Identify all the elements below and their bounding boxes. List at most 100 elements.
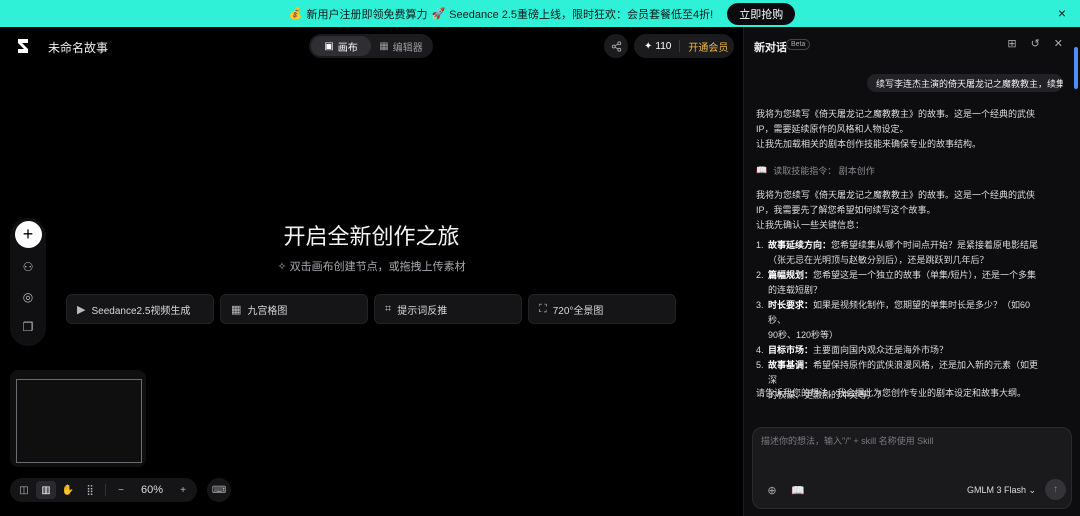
map-icon[interactable]: ▥ [36, 481, 56, 499]
new-chat-icon[interactable]: ⊞ [1007, 37, 1016, 50]
vip-button[interactable]: 开通会员 [680, 39, 728, 54]
top-bar: 未命名故事 ▣ 画布 ▦ 编辑器 ✦ 110 开通会员 [0, 27, 743, 65]
chat-input[interactable] [761, 436, 1061, 446]
play-icon: ▶ [77, 303, 86, 316]
scrollbar[interactable] [1074, 47, 1078, 89]
copy-icon[interactable]: ❐ [17, 316, 39, 338]
share-icon [611, 40, 621, 52]
panorama-icon: ⛶ [539, 302, 547, 315]
list-label: 故事基调： [768, 360, 814, 370]
list-text: 您希望续集从哪个时间点开始？是紧接着原电影结尾 [831, 240, 1039, 250]
quick-card-label: Seedance2.5视频生成 [91, 305, 191, 317]
zoom-out-icon[interactable]: − [111, 481, 131, 499]
document-title[interactable]: 未命名故事 [48, 39, 108, 56]
quick-card-video[interactable]: ▶ Seedance2.5视频生成 [66, 294, 214, 324]
credits-balance[interactable]: ✦ 110 [634, 41, 679, 52]
quick-card-label: 720°全景图 [552, 305, 604, 317]
sparkle-icon: ✦ [644, 40, 653, 52]
ai-line: IP，需要延续原作的风格和人物设定。 [756, 124, 909, 134]
keyboard-icon[interactable]: ⌨ [207, 478, 232, 502]
list-item: 4. 目标市场：主要面向国内观众还是海外市场？ [756, 343, 1046, 358]
chevron-down-icon: ⌄ [1028, 485, 1037, 495]
minimap[interactable] [10, 370, 146, 467]
send-button[interactable]: ↑ [1045, 479, 1066, 500]
quick-card-prompt[interactable]: ⌗ 提示词反推 [374, 294, 522, 324]
list-item: 1. 故事延续方向：您希望续集从哪个时间点开始？是紧接着原电影结尾 （张无忌在光明… [756, 238, 1046, 268]
list-item: 2. 篇幅规划：您希望这是一个独立的故事（单集/短片），还是一个多集的连载短剧？ [756, 268, 1046, 298]
hand-icon[interactable]: ✋ [58, 481, 78, 499]
book-icon: 📖 [756, 165, 768, 175]
close-panel-icon[interactable]: ✕ [1054, 37, 1063, 50]
grid-dots-icon[interactable]: ⣿ [80, 481, 100, 499]
hero-subtitle: ✧ 双击画布创建节点，或拖拽上传素材 [0, 258, 743, 274]
list-number: 1. [756, 240, 764, 250]
ai-line: 让我先确认一些关键信息： [756, 220, 865, 230]
canvas-area[interactable]: 未命名故事 ▣ 画布 ▦ 编辑器 ✦ 110 开通会员 + ⚇ ◎ ❐ 开启全新… [0, 27, 743, 516]
model-label: GMLM 3 Flash [967, 485, 1027, 495]
list-label: 目标市场： [768, 345, 814, 355]
zoom-in-icon[interactable]: + [173, 481, 193, 499]
panel-title: 新对话 [754, 42, 787, 54]
rocket-icon: 🚀 [431, 8, 446, 20]
list-text: （张无忌在光明顶与赵敏分别后），还是跳跃到几年后？ [768, 255, 989, 265]
divider [105, 484, 106, 496]
banner-text-right: Seedance 2.5重磅上线，限时狂欢：会员套餐低至4折! [449, 8, 714, 21]
list-text: 主要面向国内观众还是海外市场？ [813, 345, 949, 355]
skill-text: 读取技能指令： 剧本创作 [773, 166, 875, 176]
credits-pill: ✦ 110 开通会员 [634, 34, 734, 58]
book-icon[interactable]: 📖 [791, 483, 805, 497]
bottom-toolbar: ◫ ▥ ✋ ⣿ − 60% + ⌨ [10, 478, 232, 502]
quick-actions: ▶ Seedance2.5视频生成 ▦ 九宫格图 ⌗ 提示词反推 ⛶ 720°全… [66, 294, 676, 324]
tab-editor-label: 编辑器 [392, 42, 423, 54]
buy-now-button[interactable]: 立即抢购 [727, 2, 796, 25]
money-bag-icon: 💰 [288, 8, 303, 20]
view-tools: ◫ ▥ ✋ ⣿ − 60% + [10, 478, 198, 502]
quick-card-grid[interactable]: ▦ 九宫格图 [220, 294, 368, 324]
list-text: 的连载短剧？ [768, 285, 823, 295]
ai-line: 让我先加载相关的剧本创作技能来确保专业的故事结构。 [756, 139, 982, 149]
scan-icon: ⌗ [385, 302, 392, 315]
canvas-icon: ▣ [324, 40, 334, 52]
model-select[interactable]: GMLM 3 Flash ⌄ [967, 485, 1036, 496]
app-logo-icon[interactable] [14, 36, 32, 56]
panel-header: 新对话 Beta ⊞ ↺ ✕ [744, 27, 1080, 61]
hero-subtitle-text: 双击画布创建节点，或拖拽上传素材 [289, 261, 466, 273]
tab-canvas[interactable]: ▣ 画布 [311, 36, 371, 56]
list-label: 故事延续方向： [768, 240, 832, 250]
question-list: 1. 故事延续方向：您希望续集从哪个时间点开始？是紧接着原电影结尾 （张无忌在光明… [756, 238, 1046, 403]
list-text: 您希望这是一个独立的故事（单集/短片），还是一个多集 [813, 270, 1037, 280]
history-icon[interactable]: ↺ [1031, 37, 1040, 50]
skill-indicator: 📖 读取技能指令： 剧本创作 [756, 164, 875, 177]
ai-line: IP，我需要先了解您希望如何续写这个故事。 [756, 205, 936, 215]
quick-card-label: 九宫格图 [247, 305, 288, 317]
quick-card-panorama[interactable]: ⛶ 720°全景图 [528, 294, 676, 324]
layout-icon[interactable]: ◫ [14, 481, 34, 499]
promo-banner: 💰 新用户注册即领免费算力 🚀 Seedance 2.5重磅上线，限时狂欢：会员… [0, 0, 1080, 27]
list-item: 3. 时长要求：如果是视频化制作，您期望的单集时长是多少？（如60秒、 90秒、1… [756, 298, 1046, 343]
add-icon[interactable]: ⊕ [765, 483, 779, 497]
list-number: 4. [756, 345, 764, 355]
ai-message-2: 我将为您续写《倚天屠龙记之魔教教主》的故事。这是一个经典的武侠 IP，我需要先了… [756, 188, 1041, 233]
list-number: 2. [756, 270, 764, 280]
mode-switch: ▣ 画布 ▦ 编辑器 [309, 34, 433, 58]
list-label: 篇幅规划： [768, 270, 814, 280]
grid-icon: ▦ [231, 303, 242, 316]
sparkle-icon: ✧ [277, 261, 287, 273]
ai-message-1: 我将为您续写《倚天屠龙记之魔教教主》的故事。这是一个经典的武侠 IP，需要延续原… [756, 107, 1041, 152]
ai-line: 我将为您续写《倚天屠龙记之魔教教主》的故事。这是一个经典的武侠 [756, 190, 1036, 200]
chat-composer: ⊕ 📖 GMLM 3 Flash ⌄ ↑ [752, 427, 1072, 509]
credits-value: 110 [655, 40, 672, 52]
close-icon[interactable]: × [1058, 5, 1066, 21]
hero-title: 开启全新创作之旅 [283, 224, 460, 249]
banner-text-left: 新用户注册即领免费算力 [306, 8, 428, 21]
avatar-icon[interactable]: ◎ [17, 286, 39, 308]
ai-message-3: 请告诉我您的想法，我会据此为您创作专业的剧本设定和故事大纲。 [756, 388, 1027, 398]
share-button[interactable] [604, 34, 628, 58]
list-number: 3. [756, 300, 764, 310]
zoom-level: 60% [141, 484, 164, 496]
minimap-viewport[interactable] [16, 379, 142, 463]
beta-badge: Beta [786, 39, 811, 50]
chat-panel: 新对话 Beta ⊞ ↺ ✕ 续写李连杰主演的倚天屠龙记之魔教教主，续集 我将为… [743, 27, 1080, 516]
tab-editor[interactable]: ▦ 编辑器 [371, 36, 431, 56]
list-label: 时长要求： [768, 300, 814, 310]
